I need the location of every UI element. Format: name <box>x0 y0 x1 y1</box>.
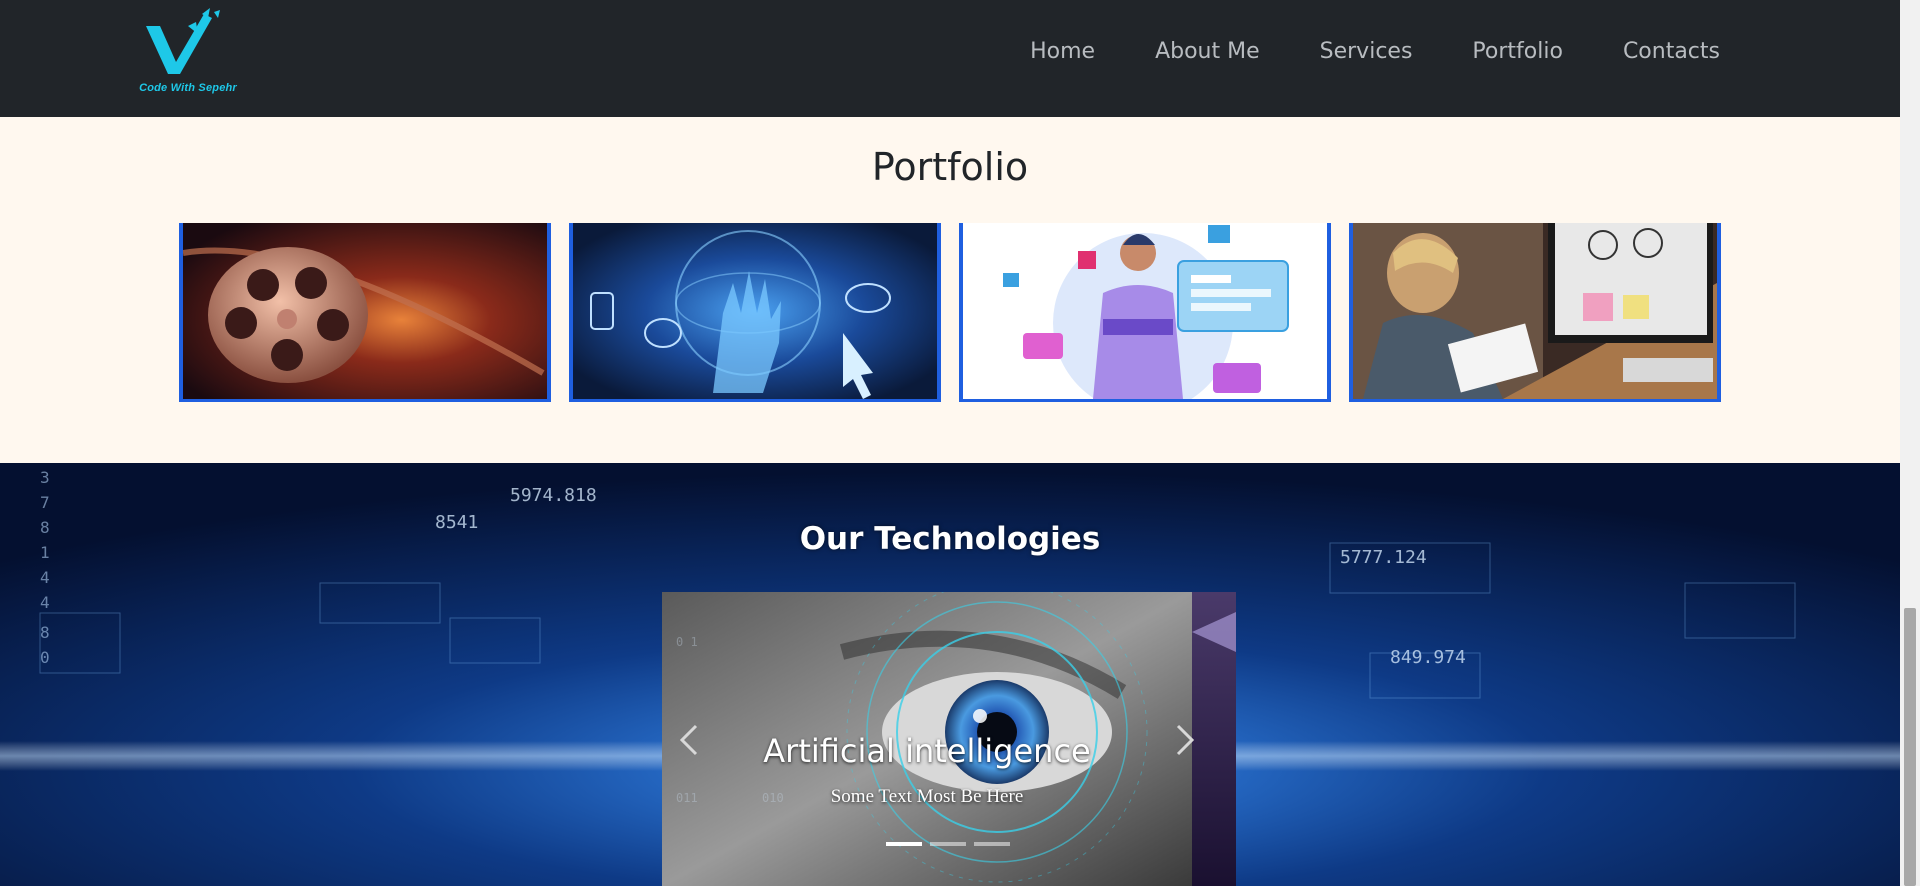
nav-portfolio[interactable]: Portfolio <box>1472 38 1563 66</box>
technologies-title: Our Technologies <box>799 521 1101 557</box>
portfolio-card-1[interactable] <box>179 223 551 402</box>
svg-text:0 1: 0 1 <box>676 635 698 649</box>
svg-text:3: 3 <box>40 468 50 487</box>
slide-text: Some Text Most Be Here <box>830 786 1024 807</box>
technologies-section: 5974.818 8541 5777.124 849.974 378 144 8… <box>0 463 1900 886</box>
portfolio-card-2[interactable] <box>569 223 941 402</box>
navbar: Code With Sepehr Home About Me Services … <box>0 0 1900 117</box>
svg-text:8: 8 <box>40 623 50 642</box>
carousel-indicator-1[interactable] <box>886 842 922 846</box>
portfolio-section: Portfolio <box>0 117 1900 463</box>
film-reel-image <box>183 223 547 399</box>
graphic-designer-desk-image <box>1353 223 1717 399</box>
svg-text:849.974: 849.974 <box>1390 647 1466 668</box>
scrollbar-thumb[interactable] <box>1904 608 1916 886</box>
brand-logo[interactable]: Code With Sepehr <box>138 8 238 100</box>
carousel-indicator-2[interactable] <box>930 842 966 846</box>
carousel-prev-button[interactable] <box>670 710 710 770</box>
designer-illustration-image <box>963 223 1327 399</box>
svg-text:7: 7 <box>40 493 50 512</box>
nav-services[interactable]: Services <box>1320 38 1413 66</box>
portfolio-grid <box>179 223 1721 403</box>
carousel-indicator-3[interactable] <box>974 842 1010 846</box>
slide-title: Artificial intelligence <box>763 732 1091 770</box>
chevron-left-icon <box>679 724 698 756</box>
main-nav: Home About Me Services Portfolio Contact… <box>970 38 1720 66</box>
chevron-right-icon <box>1176 724 1195 756</box>
portfolio-card-4[interactable] <box>1349 223 1721 402</box>
technology-carousel: 0 1 011 010 Artificial intelligence Some… <box>662 592 1236 886</box>
nav-contacts[interactable]: Contacts <box>1623 38 1720 66</box>
svg-text:4: 4 <box>40 593 50 612</box>
portfolio-card-3[interactable] <box>959 223 1331 402</box>
nav-about-me[interactable]: About Me <box>1155 38 1260 66</box>
portfolio-title: Portfolio <box>871 145 1029 189</box>
logo-v-icon <box>146 8 220 74</box>
svg-text:0: 0 <box>40 648 50 667</box>
svg-text:4: 4 <box>40 568 50 587</box>
carousel-next-button[interactable] <box>1164 710 1204 770</box>
nav-home[interactable]: Home <box>1030 38 1095 66</box>
logo-text: Code With Sepehr <box>139 82 237 94</box>
digital-hand-image <box>573 223 937 399</box>
svg-text:5974.818: 5974.818 <box>510 485 597 506</box>
